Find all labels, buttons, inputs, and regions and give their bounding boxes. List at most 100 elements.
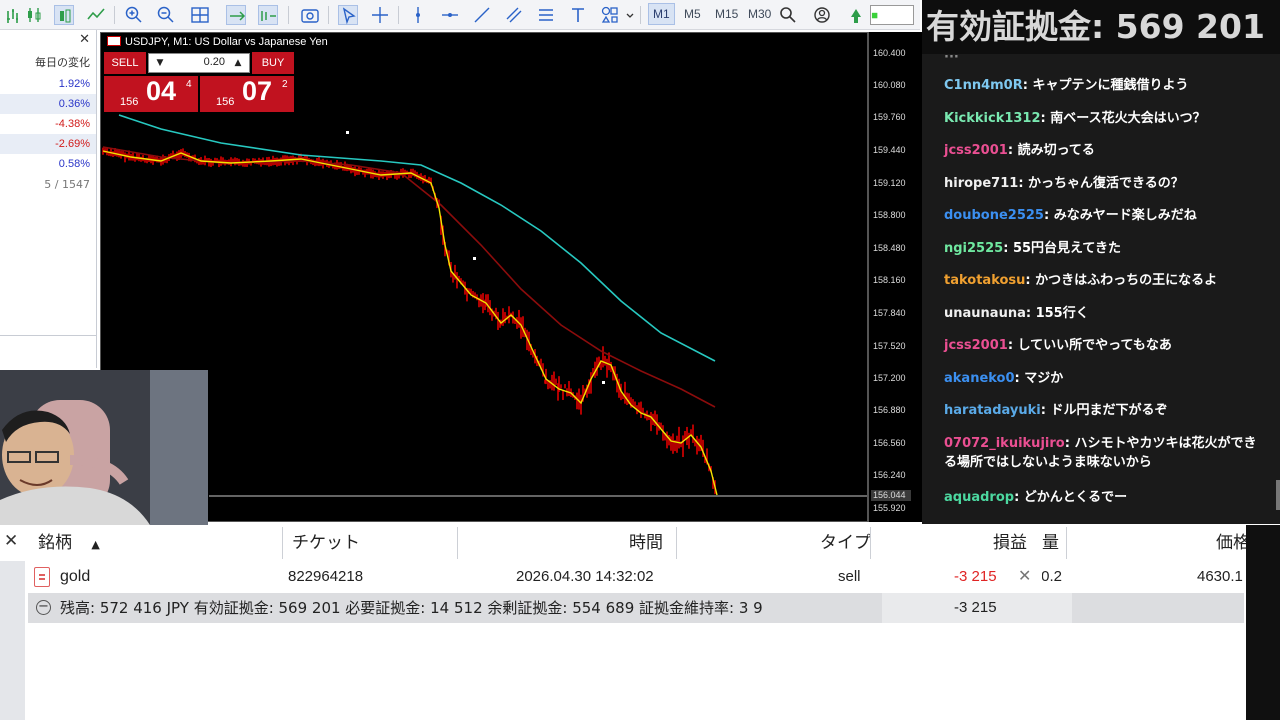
- moving-average-mid: [102, 146, 716, 408]
- market-watch-row[interactable]: 0.58%: [0, 154, 96, 174]
- timeframe-m5[interactable]: M5: [684, 7, 701, 21]
- toolbar-separator: [288, 6, 289, 24]
- column-header-type[interactable]: タイプ: [820, 525, 871, 561]
- volume-down-icon[interactable]: ▼: [151, 54, 169, 72]
- zoom-out-icon[interactable]: [156, 5, 176, 25]
- market-watch-row[interactable]: -2.69%: [0, 134, 96, 154]
- horizontal-line-icon[interactable]: [440, 5, 460, 25]
- vertical-line-icon[interactable]: [408, 5, 428, 25]
- zoom-in-icon[interactable]: [124, 5, 144, 25]
- chat-text: 読み切ってる: [1017, 143, 1095, 158]
- bar-chart-icon[interactable]: [4, 5, 24, 25]
- right-edge-strip: [1246, 525, 1280, 720]
- toolbar-separator: [398, 6, 399, 24]
- text-icon[interactable]: [568, 5, 588, 25]
- chat-message: C1nn4m0R: キャプテンに種銭借りよう: [944, 78, 1189, 93]
- screenshot-icon[interactable]: [300, 5, 320, 25]
- toolbar-separator: [640, 6, 641, 24]
- trade-marker: [346, 131, 349, 134]
- chat-text: みなみヤード楽しみだね: [1053, 208, 1197, 223]
- channel-icon[interactable]: [504, 5, 524, 25]
- position-icon-glyph: [39, 574, 45, 580]
- close-icon[interactable]: ✕: [79, 32, 90, 47]
- price-tick-label: 160.080: [873, 80, 906, 90]
- collapse-icon[interactable]: −: [36, 600, 51, 615]
- market-watch-header: 毎日の変化: [35, 56, 90, 69]
- signal-icon[interactable]: [846, 5, 866, 25]
- account-icon[interactable]: [812, 5, 832, 25]
- chat-username: jcss2001: [944, 338, 1008, 353]
- position-symbol[interactable]: gold: [60, 565, 90, 589]
- search-icon[interactable]: [778, 5, 798, 25]
- position-volume: 0.2: [1042, 568, 1062, 585]
- column-divider[interactable]: [282, 527, 283, 559]
- line-chart-icon[interactable]: [86, 5, 106, 25]
- column-header-profit[interactable]: 損益: [993, 525, 1027, 561]
- chat-username: Kickkick1312: [944, 111, 1041, 126]
- column-header-price[interactable]: 価格: [1216, 525, 1246, 561]
- column-header-symbol[interactable]: 銘柄 ▲: [38, 525, 100, 561]
- buy-quote[interactable]: 156 07 2: [200, 76, 294, 112]
- column-header-time[interactable]: 時間: [629, 525, 663, 561]
- stream-chat: ··· C1nn4m0R: キャプテンに種銭借りよう Kickkick1312:…: [922, 54, 1280, 524]
- chat-username: unaunauna: [944, 306, 1026, 321]
- buy-button[interactable]: BUY: [252, 52, 294, 74]
- column-header-ticket[interactable]: チケット: [292, 525, 360, 561]
- chat-message: haratadayuki: ドル円まだ下がるぞ: [944, 403, 1168, 418]
- column-divider[interactable]: [457, 527, 458, 559]
- chevron-down-icon[interactable]: [620, 5, 634, 25]
- sell-button[interactable]: SELL: [104, 52, 146, 74]
- crosshair-icon[interactable]: [370, 5, 390, 25]
- grid-icon[interactable]: [190, 5, 210, 25]
- chat-username: akaneko0: [944, 371, 1015, 386]
- market-watch-row[interactable]: 0.36%: [0, 94, 96, 114]
- trendline-icon[interactable]: [472, 5, 492, 25]
- price-tick-label: 157.200: [873, 373, 906, 383]
- buy-quote-fraction: 2: [282, 79, 288, 90]
- chat-username: doubone2525: [944, 208, 1044, 223]
- volume-up-icon[interactable]: ▲: [229, 54, 247, 72]
- chat-username: hirope711: [944, 176, 1019, 191]
- market-watch-row[interactable]: -4.38%: [0, 114, 96, 134]
- chat-username: takotakosu: [944, 273, 1026, 288]
- account-summary: 残高: 572 416 JPY 有効証拠金: 569 201 必要証拠金: 14…: [60, 599, 763, 617]
- chat-text: 南ベース花火大会はいつ？: [1050, 111, 1206, 126]
- timeframe-m30[interactable]: M30: [748, 7, 771, 21]
- column-divider[interactable]: [676, 527, 677, 559]
- sell-quote[interactable]: 156 04 4: [104, 76, 198, 112]
- shapes-icon[interactable]: [600, 5, 620, 25]
- column-divider[interactable]: [870, 527, 871, 559]
- volume-field[interactable]: ▼ 0.20 ▲: [148, 53, 250, 73]
- column-divider[interactable]: [1066, 527, 1067, 559]
- column-header-volume[interactable]: 量: [1042, 525, 1059, 561]
- candlestick-icon[interactable]: [24, 5, 44, 25]
- fibonacci-icon[interactable]: [536, 5, 556, 25]
- column-header-symbol-label: 銘柄: [38, 533, 72, 553]
- buy-quote-prefix: 156: [216, 96, 235, 108]
- symbol-count: 5 / 1547: [44, 178, 90, 191]
- cursor-icon[interactable]: [338, 5, 358, 25]
- price-tick-label: 158.800: [873, 210, 906, 220]
- position-icon: [34, 567, 50, 587]
- chat-text: ドル円まだ下がるぞ: [1050, 403, 1168, 418]
- sort-up-icon: ▲: [91, 538, 100, 551]
- timeframe-m15[interactable]: M15: [715, 7, 738, 21]
- trade-marker: [473, 257, 476, 260]
- one-click-trading-panel: SELL ▼ 0.20 ▲ BUY 156 04 4 156 07 2: [104, 52, 294, 112]
- close-icon[interactable]: ✕: [4, 531, 18, 551]
- chat-message: 07072_ikuikujiro: ハシモトやカツキは花火ができる場所ではしない…: [944, 436, 1257, 470]
- price-tick-label: 155.920: [873, 503, 906, 513]
- chart-shift-icon[interactable]: [258, 5, 278, 25]
- volume-value[interactable]: 0.20: [204, 56, 225, 68]
- chat-message: doubone2525: みなみヤード楽しみだね: [944, 208, 1197, 223]
- close-position-icon[interactable]: ✕: [1018, 565, 1031, 589]
- timeframe-m1[interactable]: M1: [648, 3, 675, 25]
- candles-active-icon[interactable]: [54, 5, 74, 25]
- chat-username: 07072_ikuikujiro: [944, 436, 1065, 451]
- position-time: 2026.04.30 14:32:02: [516, 568, 654, 585]
- chat-scrollbar[interactable]: [1276, 480, 1280, 510]
- market-watch-row[interactable]: 1.92%: [0, 74, 96, 94]
- chat-message: jcss2001: していい所でやってもなあ: [944, 338, 1172, 353]
- price-tick-label: 159.440: [873, 145, 906, 155]
- auto-scroll-icon[interactable]: [226, 5, 246, 25]
